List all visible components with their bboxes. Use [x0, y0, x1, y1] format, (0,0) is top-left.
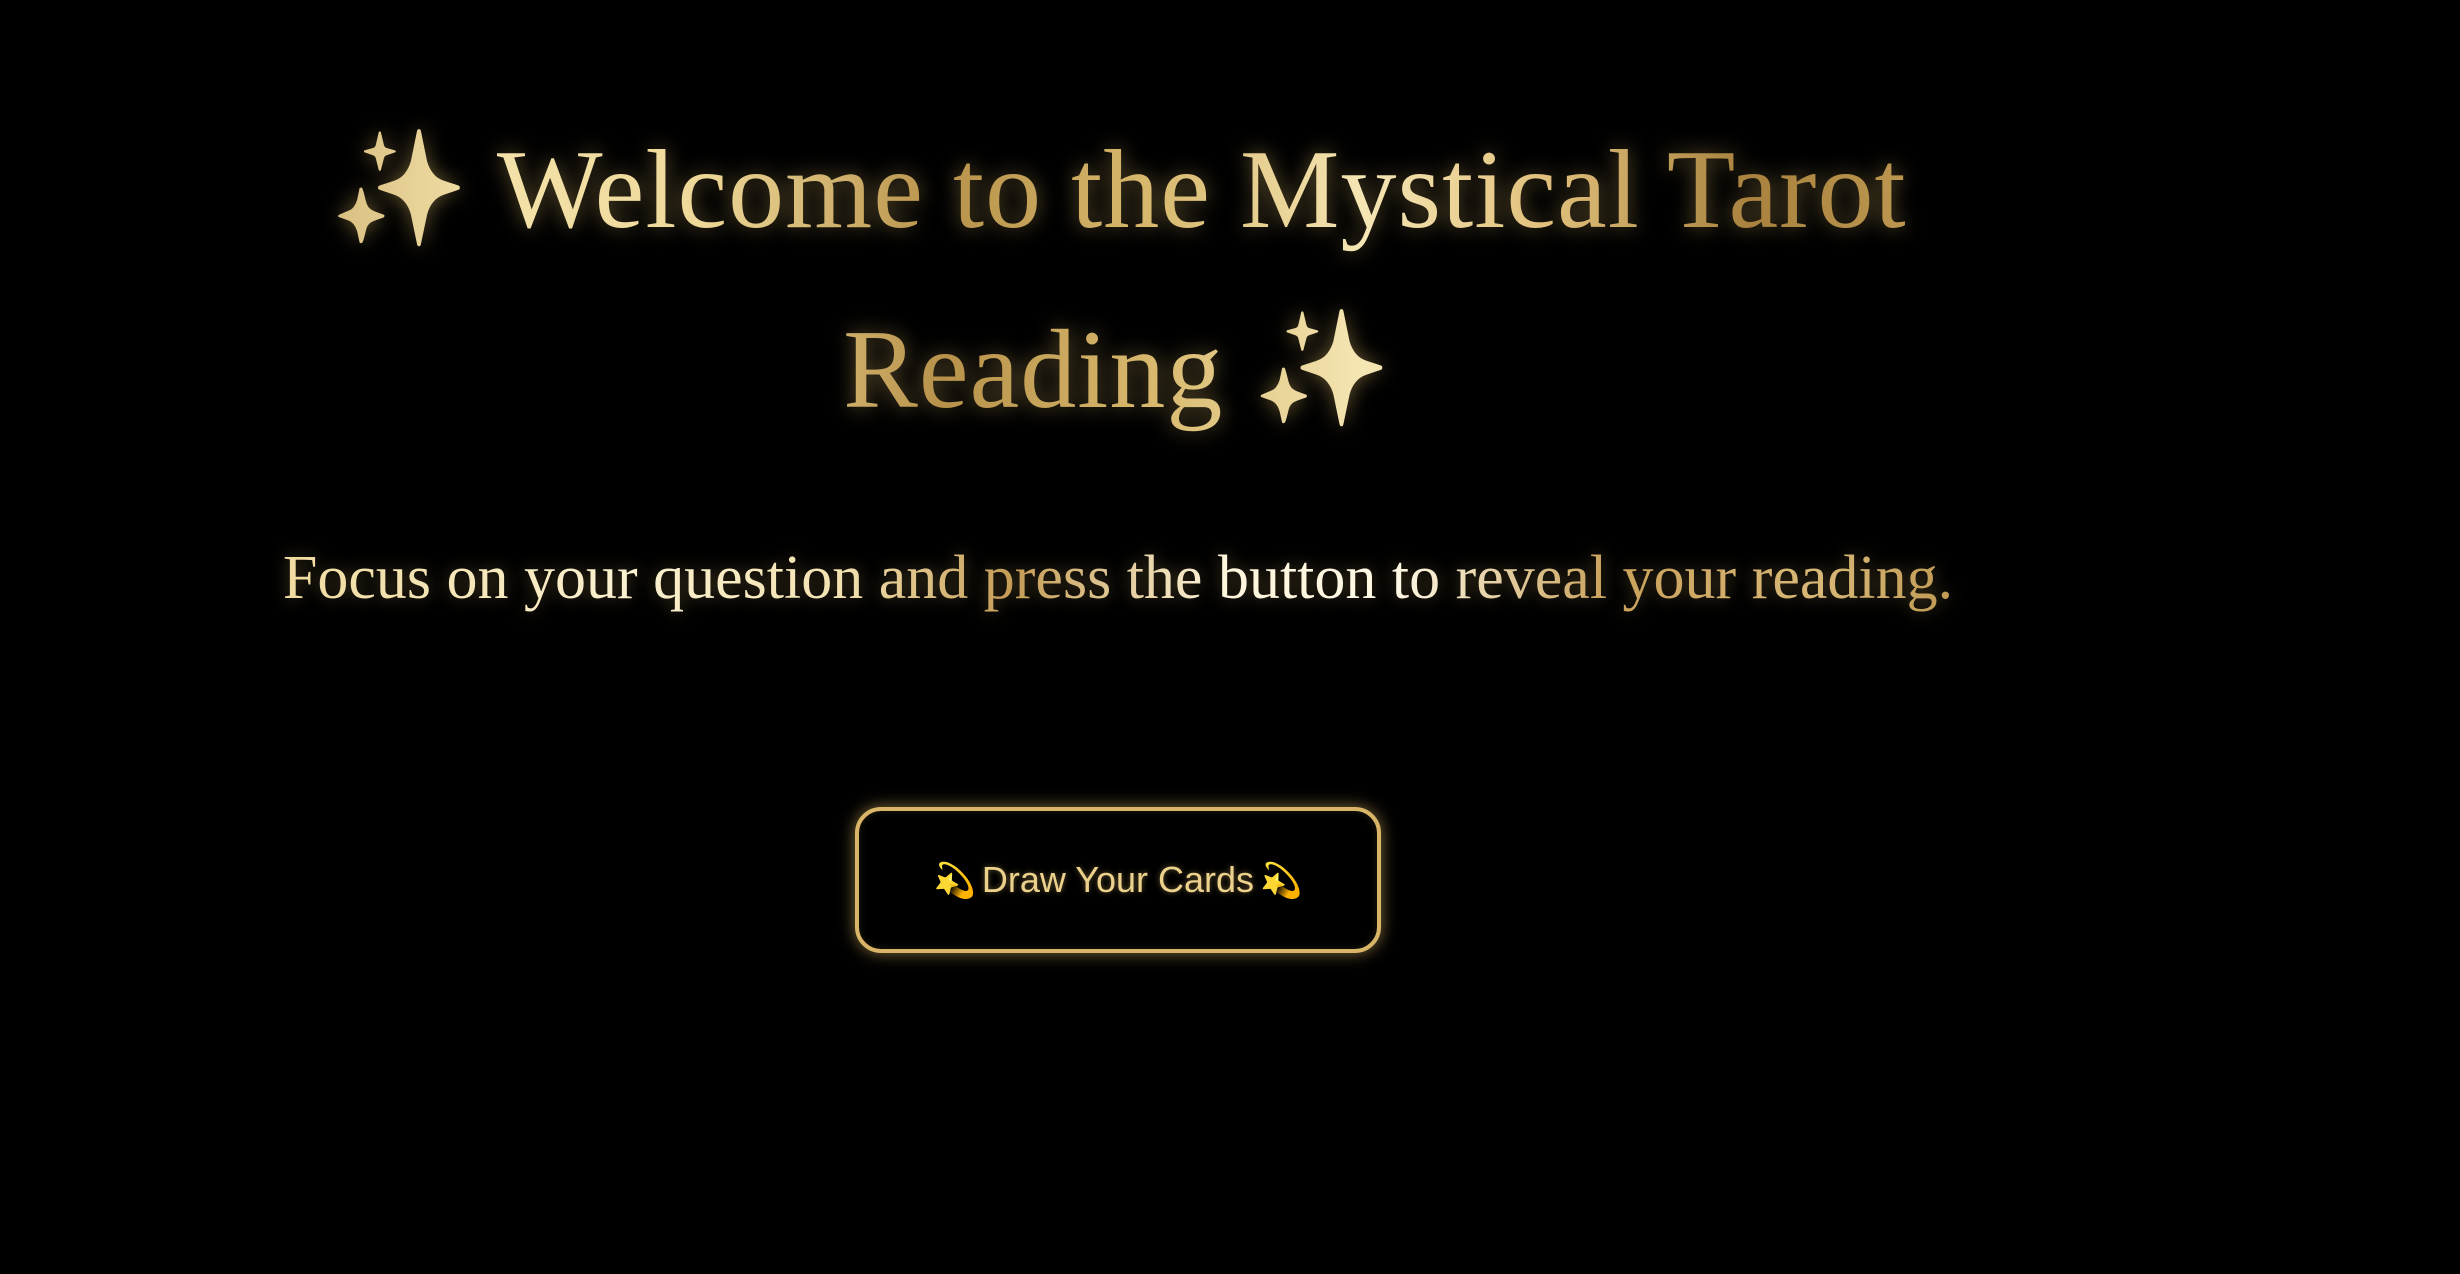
page-title: ✨ Welcome to the Mystical Tarot Reading …	[240, 100, 1996, 460]
draw-cards-label: Draw Your Cards	[981, 859, 1255, 900]
dizzy-star-icon: 💫	[1260, 861, 1303, 901]
instruction-text: Focus on your question and press the but…	[240, 530, 1996, 627]
tarot-hero: ✨ Welcome to the Mystical Tarot Reading …	[0, 0, 2236, 1274]
draw-cards-button[interactable]: 💫 Draw Your Cards 💫	[855, 807, 1381, 953]
dizzy-star-icon: 💫	[933, 861, 976, 901]
